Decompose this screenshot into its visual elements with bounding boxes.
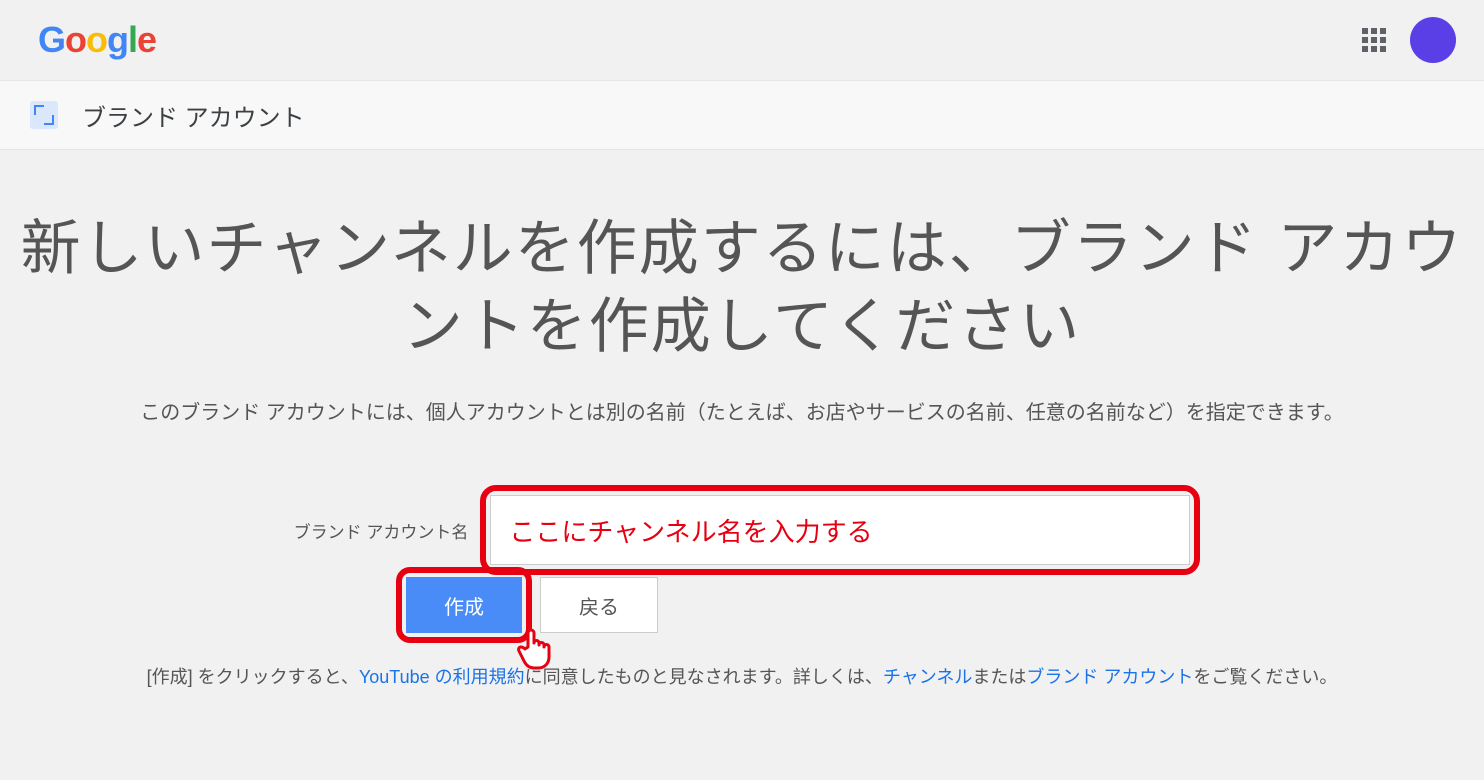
avatar[interactable] [1410, 17, 1456, 63]
form-row: ブランド アカウント名 [20, 495, 1464, 565]
sub-header-title: ブランド アカウント [82, 98, 305, 133]
terms-or: または [972, 667, 1026, 687]
logo-letter-l: l [128, 19, 137, 60]
logo-letter-o2: o [86, 19, 107, 60]
terms-text: [作成] をクリックすると、YouTube の利用規約に同意したものと見なされま… [20, 663, 1464, 689]
sub-header: ブランド アカウント [0, 80, 1484, 150]
header-right [1362, 17, 1456, 63]
create-button-wrap: 作成 [406, 577, 522, 633]
terms-suffix: をご覧ください。 [1193, 667, 1337, 687]
apps-icon[interactable] [1362, 28, 1386, 52]
page-description: このブランド アカウントには、個人アカウントとは別の名前（たとえば、お店やサービ… [20, 396, 1464, 425]
brand-account-name-input[interactable] [490, 495, 1190, 565]
brand-account-link[interactable]: ブランド アカウント [1026, 667, 1193, 687]
header: Google [0, 0, 1484, 80]
youtube-terms-link[interactable]: YouTube の利用規約 [359, 667, 525, 687]
terms-prefix: [作成] をクリックすると、 [147, 667, 359, 687]
page-title: 新しいチャンネルを作成するには、ブランド アカウントを作成してください [20, 210, 1464, 366]
logo-letter-g2: g [107, 19, 128, 60]
terms-mid: に同意したものと見なされます。詳しくは、 [525, 667, 883, 687]
brand-account-icon [30, 101, 58, 129]
brand-account-name-label: ブランド アカウント名 [294, 518, 469, 543]
button-row: 作成 戻る [406, 577, 1464, 633]
channel-link[interactable]: チャンネル [883, 667, 972, 687]
create-button[interactable]: 作成 [406, 577, 522, 633]
logo-letter-g1: G [38, 19, 65, 60]
input-wrap [490, 495, 1190, 565]
google-logo[interactable]: Google [38, 19, 156, 61]
main-content: 新しいチャンネルを作成するには、ブランド アカウントを作成してください このブラ… [0, 150, 1484, 689]
back-button[interactable]: 戻る [540, 577, 658, 633]
logo-letter-e: e [137, 19, 156, 60]
logo-letter-o1: o [65, 19, 86, 60]
